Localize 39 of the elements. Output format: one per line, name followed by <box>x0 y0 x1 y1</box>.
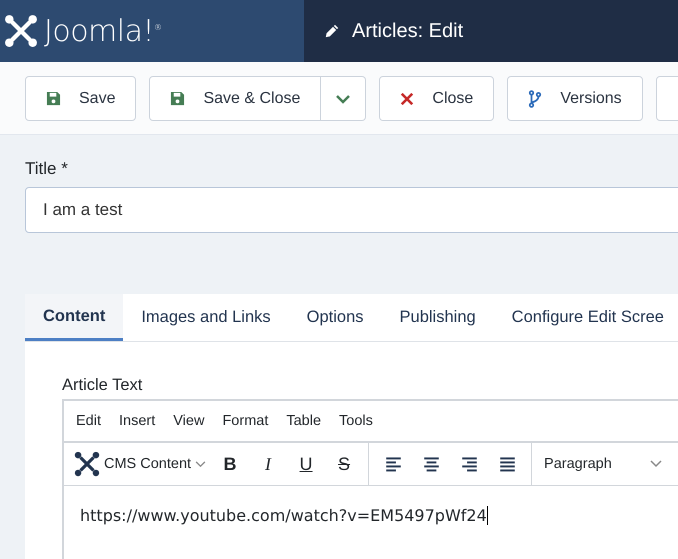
menu-item[interactable]: Tools <box>339 413 373 429</box>
align-left-icon <box>384 456 402 472</box>
joomla-logo-icon <box>4 14 38 48</box>
align-center-icon <box>422 456 440 472</box>
article-text-label: Article Text <box>62 376 144 395</box>
menu-item[interactable]: View <box>173 413 204 429</box>
menu-item[interactable]: Edit <box>76 413 101 429</box>
menu-item[interactable]: Format <box>222 413 268 429</box>
close-icon <box>400 92 414 106</box>
editor-text[interactable]: https://www.youtube.com/watch?v=EM5497pWf24 <box>80 506 488 525</box>
branch-icon <box>528 90 542 108</box>
toolbar-button[interactable]: Save <box>25 76 136 121</box>
chevron-down-icon <box>650 460 662 468</box>
tab[interactable]: Configure Edit Scree <box>494 294 678 341</box>
chevron-down-icon <box>335 94 352 104</box>
align-right-icon <box>460 456 478 472</box>
title-input-field[interactable]: I am a test <box>25 187 678 233</box>
tab[interactable]: Images and Links <box>123 294 289 341</box>
toolbar-button[interactable]: Save & Close <box>149 76 322 121</box>
toolbar-button[interactable]: Versions <box>507 76 643 121</box>
format-button[interactable]: S <box>326 447 362 481</box>
tab[interactable]: Options <box>288 294 382 341</box>
tab[interactable]: Publishing <box>382 294 494 341</box>
cms-content-dropdown[interactable]: CMS Content <box>70 451 210 477</box>
paragraph-dropdown[interactable]: Paragraph <box>532 443 672 485</box>
joomla-logo-icon <box>74 451 100 477</box>
dropdown-toggle-button[interactable] <box>321 76 366 121</box>
align-justify-icon <box>498 456 516 472</box>
format-button[interactable]: I <box>250 447 286 481</box>
format-button[interactable]: B <box>212 447 248 481</box>
logo-text: Joomla!$^{®}$ <box>44 14 162 48</box>
format-button[interactable]: U <box>288 447 324 481</box>
title-label: Title * <box>25 159 69 179</box>
menu-item[interactable]: Table <box>286 413 322 429</box>
page-title: Articles: Edit <box>352 20 464 42</box>
chevron-down-icon <box>195 460 206 468</box>
tab[interactable]: Content <box>25 294 124 341</box>
toolbar-button[interactable]: Close <box>379 76 494 121</box>
menu-item[interactable]: Insert <box>119 413 156 429</box>
